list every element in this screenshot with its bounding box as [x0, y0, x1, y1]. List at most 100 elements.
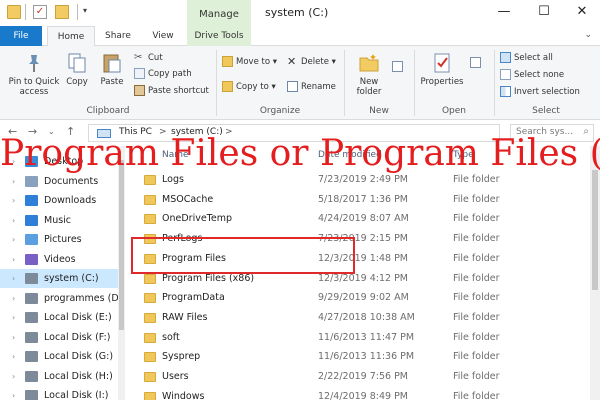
- nav-item[interactable]: › Local Disk (H:): [0, 367, 118, 386]
- nav-item-label: system (C:): [44, 273, 99, 284]
- file-name: ProgramData: [162, 292, 225, 304]
- delete-icon: ✕: [287, 55, 297, 68]
- cut-button[interactable]: ✂ Cut: [134, 51, 163, 65]
- chevron-right-icon[interactable]: ›: [12, 230, 15, 249]
- chevron-down-icon[interactable]: ⌄: [584, 30, 592, 40]
- file-name: soft: [162, 331, 180, 343]
- folder-icon: [144, 332, 156, 343]
- nav-item[interactable]: › system (C:): [0, 269, 118, 288]
- nav-item-label: programmes (D:: [44, 292, 122, 304]
- chevron-right-icon[interactable]: ›: [12, 328, 15, 347]
- file-date-modified: 4/27/2018 10:38 AM: [318, 311, 415, 323]
- tab-home[interactable]: Home: [47, 26, 95, 47]
- tab-view[interactable]: View: [143, 26, 183, 46]
- nav-item[interactable]: › Local Disk (E:): [0, 308, 118, 327]
- file-name: Sysprep: [162, 351, 201, 363]
- drive-icon: [25, 273, 38, 284]
- invert-selection-button[interactable]: Invert selection: [500, 85, 580, 99]
- pin-to-quick-access-button[interactable]: Pin to Quick access: [4, 52, 64, 97]
- file-list-scrollbar-thumb[interactable]: [592, 170, 598, 290]
- file-date-modified: 11/6/2013 11:47 PM: [318, 331, 415, 343]
- chevron-right-icon[interactable]: ›: [12, 386, 15, 400]
- nav-item[interactable]: › Videos: [0, 250, 118, 269]
- table-row[interactable]: OneDriveTemp 4/24/2019 8:07 AM File folder: [130, 209, 600, 229]
- copy-to-icon: [222, 81, 233, 92]
- manage-context-label[interactable]: Manage: [187, 0, 251, 26]
- paste-button[interactable]: Paste: [96, 52, 128, 87]
- open-icon[interactable]: [470, 56, 484, 70]
- chevron-right-icon[interactable]: ›: [12, 191, 15, 210]
- nav-item-label: Music: [44, 214, 72, 226]
- tab-file[interactable]: File: [0, 26, 42, 46]
- table-row[interactable]: RAW Files 4/27/2018 10:38 AM File folder: [130, 308, 600, 328]
- paste-shortcut-button[interactable]: Paste shortcut: [134, 84, 209, 98]
- invert-selection-icon: [500, 86, 511, 97]
- chevron-right-icon[interactable]: ›: [12, 367, 15, 386]
- chevron-right-icon[interactable]: ›: [12, 289, 15, 308]
- clipboard-icon: [103, 54, 121, 73]
- table-row[interactable]: ProgramData 9/29/2019 9:02 AM File folder: [130, 288, 600, 308]
- maximize-button[interactable]: ☐: [524, 3, 564, 21]
- tab-drive-tools[interactable]: Drive Tools: [187, 26, 251, 46]
- divider: [25, 4, 26, 20]
- move-to-button[interactable]: Move to ▾: [222, 55, 277, 69]
- file-date-modified: 11/6/2013 11:36 PM: [318, 351, 415, 363]
- title-bar: ✓ ▾ Manage system (C:) — ☐ ✕: [0, 0, 600, 26]
- select-none-button[interactable]: Select none: [500, 68, 564, 82]
- file-name: RAW Files: [162, 311, 208, 323]
- chevron-right-icon[interactable]: ›: [12, 269, 15, 288]
- pin-label: Pin to Quick access: [8, 77, 60, 97]
- table-row[interactable]: MSOCache 5/18/2017 1:36 PM File folder: [130, 190, 600, 210]
- nav-item[interactable]: › programmes (D:: [0, 289, 122, 308]
- copy-path-button[interactable]: Copy path: [134, 67, 192, 81]
- properties-quick-icon[interactable]: ✓: [33, 5, 47, 19]
- chevron-right-icon[interactable]: ›: [12, 308, 15, 327]
- window-title: system (C:): [265, 6, 329, 19]
- paste-shortcut-label: Paste shortcut: [148, 86, 209, 96]
- ribbon-tabs: File Home Share View Drive Tools ⌄: [0, 26, 600, 47]
- move-to-icon: [222, 56, 233, 67]
- rename-button[interactable]: Rename: [287, 80, 336, 94]
- minimize-button[interactable]: —: [484, 3, 524, 21]
- nav-item[interactable]: › Local Disk (F:): [0, 328, 118, 347]
- rename-label: Rename: [301, 82, 336, 92]
- chevron-right-icon[interactable]: ›: [12, 347, 15, 366]
- cut-label: Cut: [148, 53, 163, 63]
- nav-item[interactable]: › Local Disk (I:): [0, 386, 118, 400]
- drive-icon: [25, 390, 38, 400]
- new-folder-quick-icon[interactable]: [55, 5, 69, 19]
- nav-item[interactable]: › Music: [0, 211, 118, 230]
- copy-to-button[interactable]: Copy to ▾: [222, 80, 276, 94]
- folder-icon[interactable]: [7, 5, 21, 19]
- copy-button[interactable]: Copy: [62, 52, 92, 87]
- file-type: File folder: [453, 233, 500, 245]
- nav-item-label: Local Disk (G:): [44, 351, 114, 362]
- copy-icon: [68, 53, 86, 73]
- nav-item[interactable]: › Local Disk (G:): [0, 347, 118, 366]
- table-row[interactable]: Users 2/22/2019 7:56 PM File folder: [130, 367, 600, 387]
- copy-to-label: Copy to: [236, 82, 269, 92]
- properties-button[interactable]: Properties: [418, 52, 466, 87]
- chevron-right-icon[interactable]: ›: [12, 211, 15, 230]
- close-button[interactable]: ✕: [562, 3, 600, 21]
- nav-scrollbar-thumb[interactable]: [119, 160, 124, 330]
- navigation-pane: › Desktop › Documents › Downloads › Music › Pictu…: [0, 146, 125, 400]
- chevron-down-icon[interactable]: ▾: [83, 6, 87, 15]
- delete-button[interactable]: ✕ Delete ▾: [287, 55, 336, 69]
- pictures-icon: [25, 234, 38, 245]
- table-row[interactable]: soft 11/6/2013 11:47 PM File folder: [130, 328, 600, 348]
- downloads-icon: [25, 195, 38, 206]
- nav-item[interactable]: › Downloads: [0, 191, 118, 210]
- table-row[interactable]: Sysprep 11/6/2013 11:36 PM File folder: [130, 347, 600, 367]
- pin-icon: [29, 55, 39, 72]
- new-item-icon[interactable]: [392, 60, 406, 74]
- chevron-right-icon[interactable]: ›: [12, 250, 15, 269]
- tab-share[interactable]: Share: [98, 26, 138, 46]
- table-row[interactable]: Windows 12/4/2019 8:49 PM File folder: [130, 387, 600, 400]
- new-folder-icon: [359, 54, 379, 72]
- select-all-button[interactable]: Select all: [500, 51, 553, 65]
- new-folder-button[interactable]: New folder: [350, 52, 388, 97]
- move-to-label: Move to: [236, 57, 271, 67]
- nav-item[interactable]: › Pictures: [0, 230, 118, 249]
- select-all-label: Select all: [514, 53, 553, 63]
